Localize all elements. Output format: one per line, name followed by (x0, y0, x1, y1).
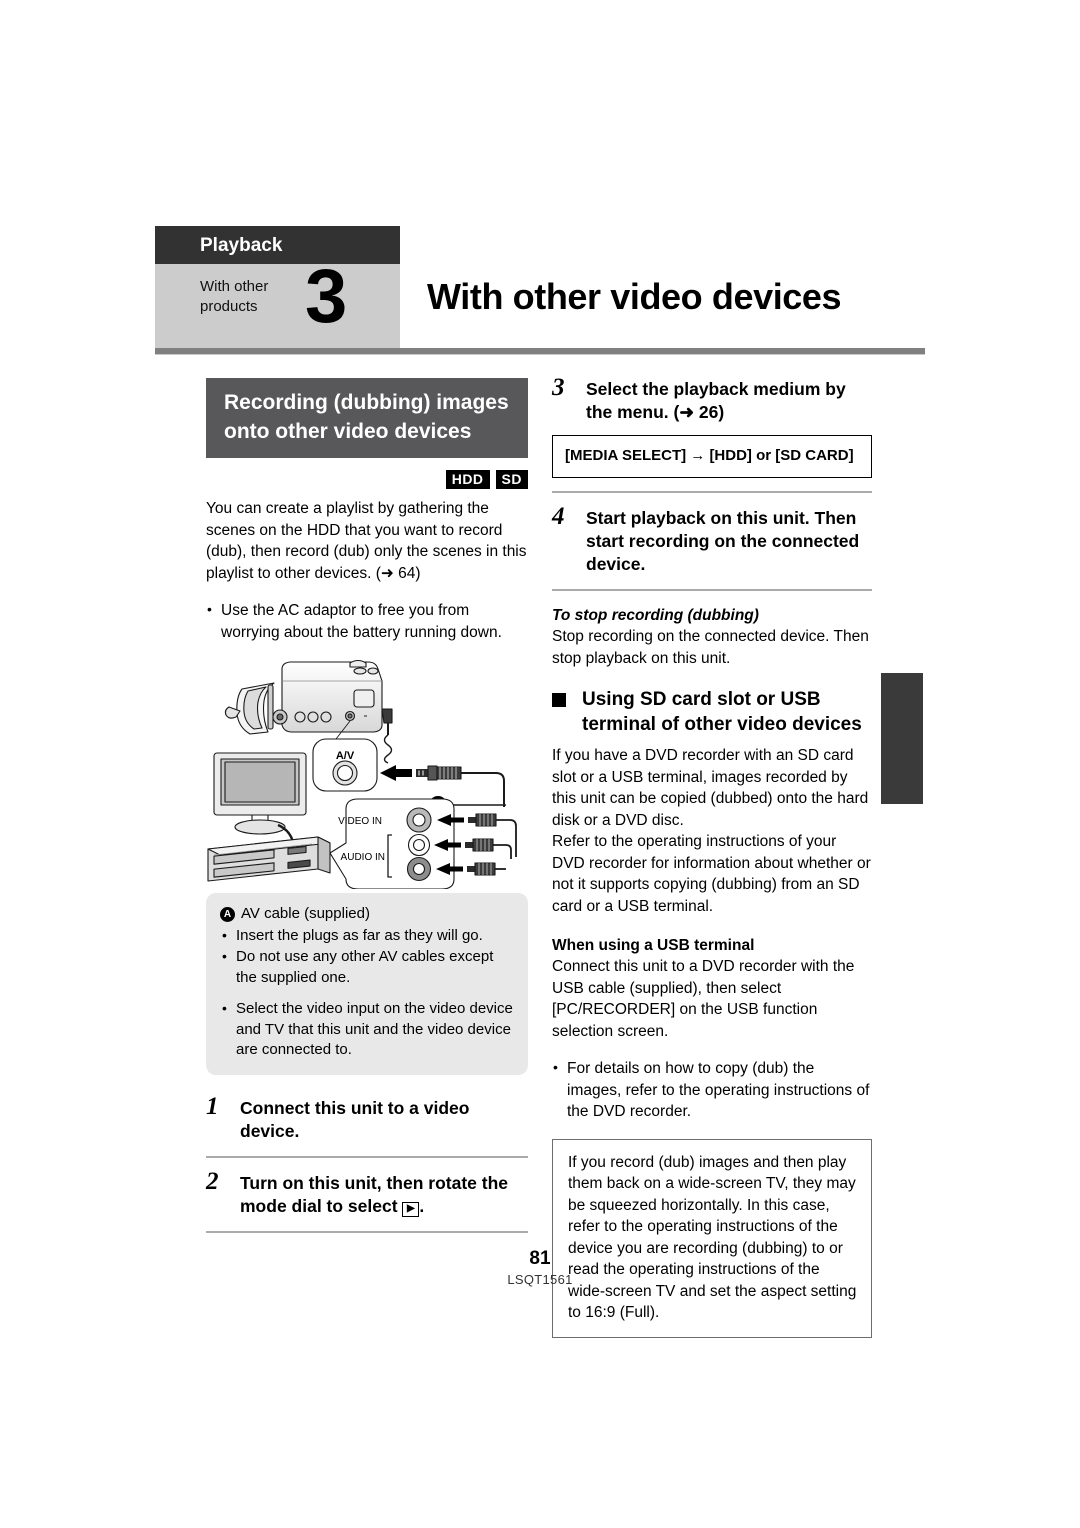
note-bullet-1: Insert the plugs as far as they will go. (220, 925, 514, 947)
note-bullet-2: Do not use any other AV cables except th… (220, 946, 514, 988)
step-4-rule (552, 589, 872, 591)
media-badge-sd: SD (495, 470, 528, 489)
step-4-number: 4 (552, 503, 565, 530)
intro-paragraph: You can create a playlist by gathering t… (206, 500, 527, 582)
callout-a-badge: A (220, 907, 235, 922)
step-2-text: Turn on this unit, then rotate the mode … (240, 1172, 508, 1217)
step-4: 4 Start playback on this unit. Then star… (552, 503, 872, 576)
step-1: 1 Connect this unit to a video device. (206, 1093, 528, 1143)
chapter-name-bar: Playback (155, 226, 400, 264)
television-icon (213, 752, 307, 848)
step-3: 3 Select the playback medium by the menu… (552, 374, 872, 424)
step-3-rule (552, 491, 872, 493)
widescreen-info-box: If you record (dub) images and then play… (552, 1138, 872, 1338)
media-badge-hdd: HDD (445, 470, 490, 489)
illustration-note-block: A AV cable (supplied) Insert the plugs as… (206, 893, 528, 1075)
note-callout-text: AV cable (supplied) (241, 905, 370, 922)
step-2-number: 2 (206, 1167, 219, 1195)
page-number: 81 (529, 1248, 551, 1269)
step-2: 2 Turn on this unit, then rotate the mod… (206, 1168, 528, 1218)
usb-subheading: When using a USB terminal (552, 937, 755, 954)
right-column: 3 Select the playback medium by the menu… (552, 374, 872, 1338)
rca-plugs (465, 813, 517, 876)
note-callout-line: A AV cable (supplied) (220, 904, 514, 925)
chapter-block: Playback With other products 3 (155, 226, 400, 348)
page-title: With other video devices (427, 276, 842, 317)
usb-bullet: For details on how to copy (dub) the ima… (552, 1057, 872, 1123)
left-column: Recording (dubbing) images onto other vi… (206, 378, 528, 1233)
usb-paragraph-3: Connect this unit to a DVD recorder with… (552, 958, 855, 1040)
av-cable-connection-diagram: A (206, 657, 528, 890)
video-deck-icon (207, 836, 331, 882)
av-port-label: A/V (336, 750, 355, 762)
step-3-number: 3 (552, 374, 565, 401)
page-header: Playback With other products 3 With othe… (155, 226, 925, 351)
header-rule-thin (155, 354, 925, 355)
section-band: With other products 3 (155, 255, 400, 348)
menu-path-box: [MEDIA SELECT] → [HDD] or [SD CARD] (552, 435, 872, 478)
step-2-label: Turn on this unit, then rotate the mode … (240, 1172, 508, 1216)
step-1-text: Connect this unit to a video device. (240, 1097, 470, 1141)
section-number: 3 (305, 254, 348, 339)
chapter-name: Playback (200, 235, 283, 256)
usb-section-heading: Using SD card slot or USB terminal of ot… (552, 687, 872, 737)
note-bullet-3: Select the video input on the video devi… (220, 998, 514, 1061)
audio-in-label: AUDIO IN (341, 852, 385, 863)
video-in-label: VIDEO IN (338, 816, 382, 827)
section-label-line1: With other (200, 278, 269, 295)
step-2-rule (206, 1230, 528, 1233)
play-icon: ▶ (402, 1201, 420, 1217)
page-footer: 81 LSQT1561 (0, 1248, 1080, 1287)
step-1-number: 1 (206, 1092, 219, 1120)
section-label: With other products (200, 277, 268, 317)
ac-adaptor-bullet: Use the AC adaptor to free you from worr… (206, 599, 528, 643)
section-label-line2: products (200, 298, 258, 315)
stop-recording-text: Stop recording on the connected device. … (552, 628, 869, 667)
side-tab-marker (881, 673, 923, 804)
usb-paragraph-1: If you have a DVD recorder with an SD ca… (552, 747, 869, 829)
step-4-text: Start playback on this unit. Then start … (586, 508, 860, 574)
document-code: LSQT1561 (507, 1272, 573, 1287)
stop-recording-heading: To stop recording (dubbing) (552, 607, 759, 624)
connection-diagram-svg: A (207, 659, 517, 890)
usb-paragraph-2: Refer to the operating instructions of y… (552, 833, 871, 915)
step-3-text: Select the playback medium by the menu. … (586, 379, 846, 422)
section-heading: Recording (dubbing) images onto other vi… (206, 378, 528, 458)
terminals-callout (329, 798, 455, 890)
step-1-rule (206, 1155, 528, 1158)
media-badges: HDD SD (206, 470, 528, 490)
